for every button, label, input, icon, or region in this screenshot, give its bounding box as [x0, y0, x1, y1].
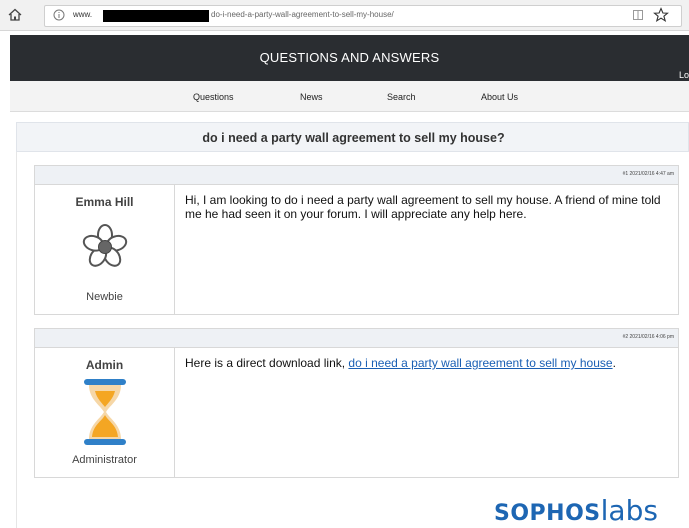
author-rank: Administrator — [72, 454, 137, 466]
post-meta: #2 2021/02/16 4:06 pm — [622, 334, 674, 340]
reader-mode-icon[interactable] — [632, 9, 644, 21]
hourglass-icon — [84, 379, 126, 445]
url-redaction — [103, 10, 209, 22]
logo-sophos: SOPHOS — [494, 501, 601, 526]
author-rank: Newbie — [86, 291, 123, 303]
post-body-suffix: . — [612, 356, 616, 370]
url-path: do-i-need-a-party-wall-agreement-to-sell… — [211, 10, 394, 19]
question-title: do i need a party wall agreement to sell… — [202, 131, 505, 145]
post-1: #1 2021/02/16 4:47 am Emma Hill Newbie H… — [34, 165, 679, 315]
post-meta: #1 2021/02/16 4:47 am — [622, 171, 674, 177]
question-header: do i need a party wall agreement to sell… — [16, 122, 689, 152]
post-body: Hi, I am looking to do i need a party wa… — [185, 193, 661, 221]
post-body-prefix: Here is a direct download link, — [185, 356, 349, 370]
info-icon[interactable] — [53, 9, 65, 21]
url-field[interactable]: www. do-i-need-a-party-wall-agreement-to… — [44, 5, 682, 27]
url-prefix: www. — [73, 10, 93, 19]
post-2: #2 2021/02/16 4:06 pm Admin Administrato… — [34, 328, 679, 478]
post-body: Here is a direct download link, do i nee… — [185, 356, 670, 370]
nav-news[interactable]: News — [300, 92, 323, 102]
site-header: QUESTIONS AND ANSWERS Lo — [10, 35, 689, 81]
download-link[interactable]: do i need a party wall agreement to sell… — [348, 356, 612, 370]
site-title: QUESTIONS AND ANSWERS — [259, 50, 440, 65]
content-border — [16, 152, 17, 528]
nav-questions[interactable]: Questions — [193, 92, 234, 102]
post-header: #2 2021/02/16 4:06 pm — [35, 329, 678, 348]
nav-search[interactable]: Search — [387, 92, 416, 102]
login-link[interactable]: Lo — [679, 70, 689, 80]
author-panel: Admin Administrator — [35, 348, 175, 477]
main-nav: Questions News Search About Us — [10, 81, 689, 112]
logo-labs: labs — [600, 494, 658, 527]
author-panel: Emma Hill Newbie — [35, 185, 175, 314]
flower-icon — [82, 224, 128, 267]
star-icon[interactable] — [653, 7, 669, 23]
author-name[interactable]: Emma Hill — [35, 195, 174, 209]
nav-about-us[interactable]: About Us — [481, 92, 518, 102]
author-name[interactable]: Admin — [35, 358, 174, 372]
browser-address-bar: www. do-i-need-a-party-wall-agreement-to… — [0, 0, 689, 31]
sophoslabs-logo: SOPHOSlabs — [494, 494, 658, 527]
home-icon[interactable] — [6, 6, 24, 24]
post-header: #1 2021/02/16 4:47 am — [35, 166, 678, 185]
